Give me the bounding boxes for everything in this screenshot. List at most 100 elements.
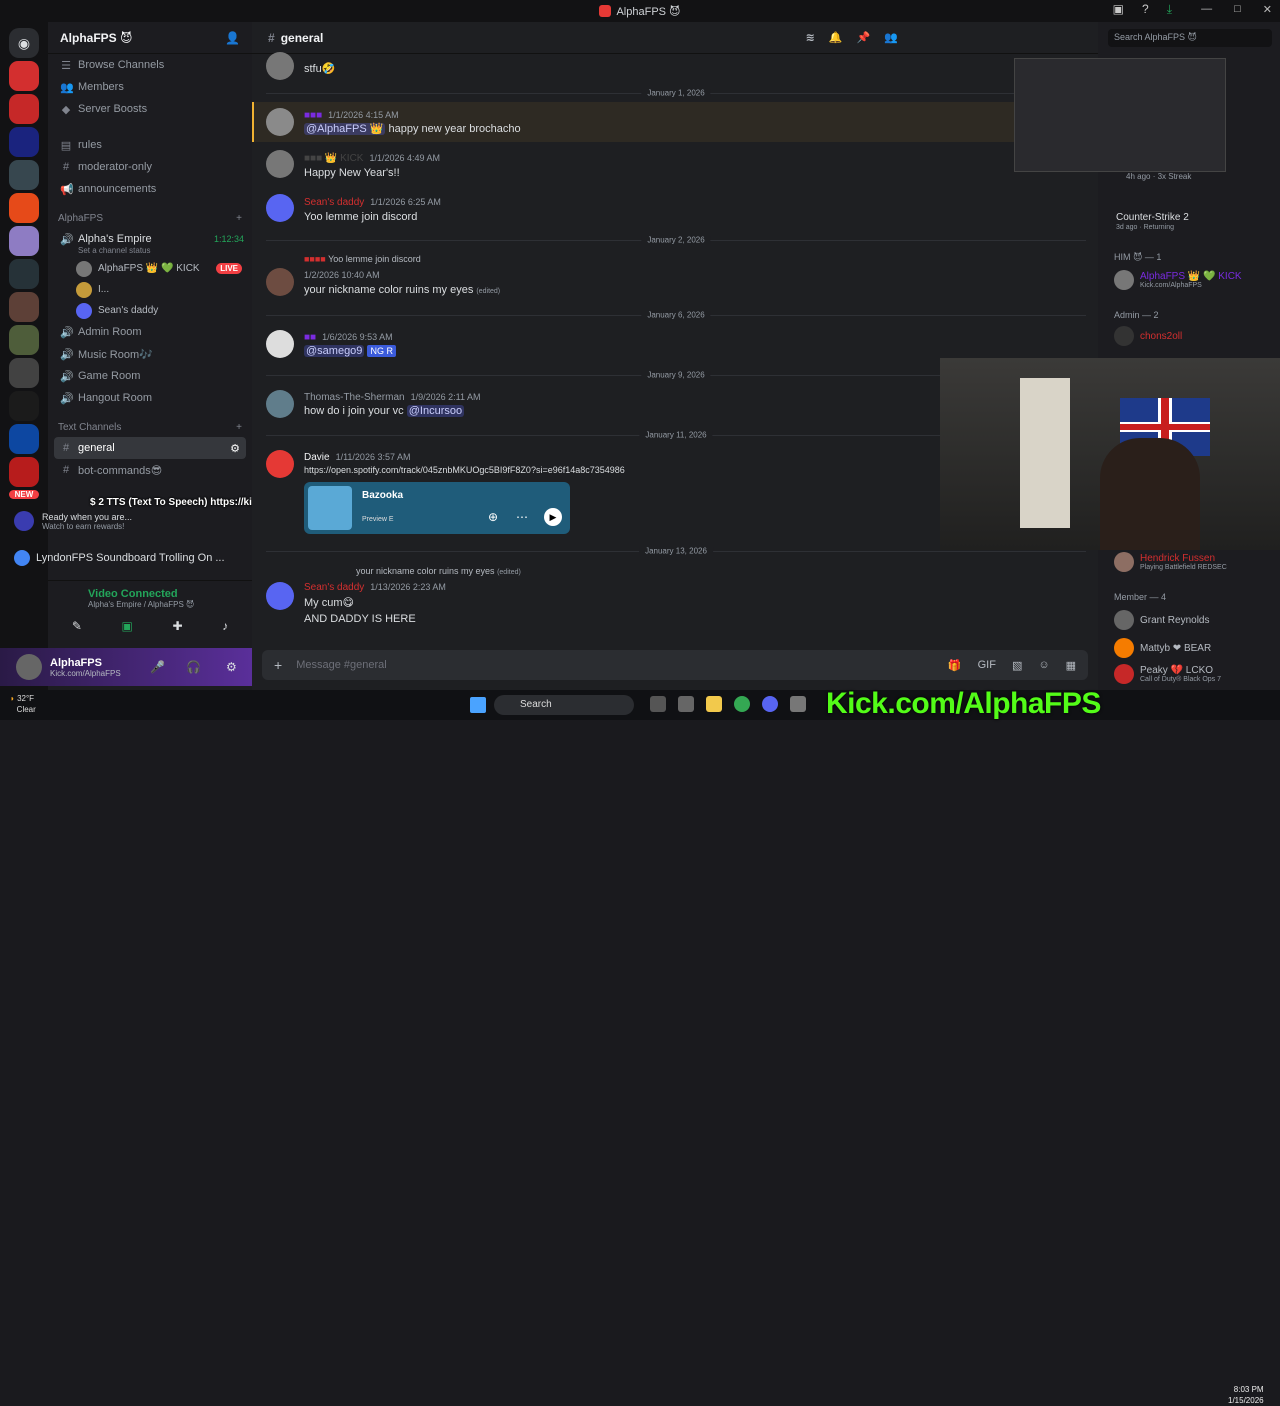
bell-icon[interactable]: 🔔	[829, 31, 843, 44]
date-divider: January 1, 2026	[266, 88, 1086, 98]
upload-icon[interactable]: +	[274, 657, 282, 673]
voice-channel-hangout-room[interactable]: 🔊 Hangout Room	[48, 387, 252, 409]
add-icon[interactable]: ⊕	[488, 510, 498, 524]
user-mention[interactable]: @AlphaFPS 👑	[304, 123, 386, 135]
server-icon[interactable]	[9, 391, 39, 421]
screen-share-icon[interactable]: ▣	[122, 619, 133, 633]
member-category: HIM 😈 — 1	[1114, 252, 1162, 262]
add-member-icon[interactable]: 👤	[225, 31, 240, 45]
server-icon[interactable]	[9, 127, 39, 157]
server-icon[interactable]	[9, 160, 39, 190]
message-composer[interactable]: + Message #general 🎁 GIF ▧ ☺ ▦	[262, 650, 1088, 680]
store-icon[interactable]	[678, 696, 694, 712]
avatar	[76, 260, 92, 277]
headphones-icon[interactable]: 🎧	[186, 660, 201, 674]
avatar	[1114, 270, 1134, 290]
category-text-channels[interactable]: Text Channels +	[48, 417, 252, 437]
server-icon[interactable]	[9, 94, 39, 124]
app-icon	[599, 5, 612, 17]
chrome-icon[interactable]	[734, 696, 750, 712]
maximize-button[interactable]: □	[1234, 3, 1241, 16]
threads-icon[interactable]: ≋	[806, 31, 815, 44]
home-button[interactable]: ◉	[9, 28, 39, 58]
stream-meta: 4h ago · 3x Streak	[1126, 172, 1192, 181]
spotify-link[interactable]: https://open.spotify.com/track/045znbMKU…	[304, 465, 625, 475]
windows-start-icon[interactable]	[470, 697, 486, 713]
activity-lyndon[interactable]: LyndonFPS Soundboard Trolling On ...	[14, 548, 248, 568]
member-item[interactable]: AlphaFPS 👑 💚 KICK Kick.com/AlphaFPS	[1114, 270, 1242, 290]
server-icon[interactable]	[9, 61, 39, 91]
mic-icon[interactable]: 🎤	[150, 660, 165, 674]
user-avatar[interactable]	[16, 654, 42, 680]
voice-channel-admin-room[interactable]: 🔊 Admin Room	[48, 321, 252, 343]
channel-bot-commands[interactable]: # bot-commands😎	[48, 459, 252, 481]
camera-off-icon[interactable]: ✎	[72, 619, 82, 633]
plus-icon[interactable]: +	[236, 213, 242, 224]
minimize-button[interactable]: —	[1201, 3, 1212, 16]
channel-rules[interactable]: ▤ rules	[48, 134, 252, 156]
nav-browse-channels[interactable]: ☰ Browse Channels	[48, 54, 252, 76]
gift-icon[interactable]: 🎁	[948, 659, 962, 672]
nav-server-boosts[interactable]: ◆ Server Boosts	[48, 98, 252, 120]
gif-icon[interactable]: GIF	[978, 659, 996, 672]
taskbar-clock[interactable]: 8:03 PM 1/15/2026	[1228, 1384, 1264, 1406]
category-alphafps[interactable]: AlphaFPS +	[48, 208, 252, 228]
inbox-icon[interactable]: ▣	[1113, 2, 1124, 17]
activities-icon[interactable]: ✚	[172, 619, 182, 633]
download-icon[interactable]: ⤓	[1167, 2, 1172, 17]
emoji-icon[interactable]: ☺	[1038, 659, 1049, 672]
user-settings-icon[interactable]: ⚙	[226, 660, 237, 674]
search-input[interactable]: Search AlphaFPS 😈	[1108, 29, 1272, 47]
reply-preview[interactable]: Yoo lemme join discord	[328, 254, 421, 264]
avatar	[1114, 326, 1134, 346]
member-item[interactable]: Grant Reynolds	[1114, 610, 1209, 630]
server-icon[interactable]	[9, 226, 39, 256]
sticker-icon[interactable]: ▧	[1012, 659, 1022, 672]
voice-channel-music-room[interactable]: 🔊 Music Room🎶	[48, 343, 252, 365]
server-icon[interactable]	[9, 358, 39, 388]
channel-moderator-only[interactable]: # moderator-only	[48, 156, 252, 178]
server-icon[interactable]	[9, 457, 39, 487]
help-icon[interactable]: ?	[1142, 2, 1149, 17]
user-name: AlphaFPS	[50, 656, 102, 669]
channel-general[interactable]: # general ⚙	[54, 437, 246, 459]
more-icon[interactable]: ⋯	[516, 510, 528, 524]
server-icon[interactable]	[9, 259, 39, 289]
channel-announcements[interactable]: 📢 announcements	[48, 178, 252, 200]
app-icon[interactable]	[790, 696, 806, 712]
voice-channel-alphas-empire[interactable]: 🔊 Alpha's Empire 1:12:34	[48, 228, 252, 250]
reply-preview[interactable]: your nickname color ruins my eyes	[356, 566, 495, 576]
play-button[interactable]: ▶	[544, 508, 562, 526]
guild-header[interactable]: AlphaFPS 😈 👤	[48, 22, 252, 54]
voice-user[interactable]: Sean's daddy	[48, 300, 252, 321]
apps-icon[interactable]: ▦	[1066, 659, 1076, 672]
webcam-overlay	[940, 358, 1280, 550]
settings-icon[interactable]: ⚙	[230, 442, 240, 455]
server-icon[interactable]	[9, 424, 39, 454]
voice-user[interactable]: AlphaFPS 👑 💚 KICK LIVE	[48, 258, 252, 279]
member-list-icon[interactable]: 👥	[884, 31, 898, 44]
nav-members[interactable]: 👥 Members	[48, 76, 252, 98]
task-view-icon[interactable]	[650, 696, 666, 712]
member-item[interactable]: chons2oll	[1114, 326, 1182, 346]
discord-icon[interactable]	[762, 696, 778, 712]
message-input[interactable]: Message #general	[296, 659, 387, 671]
voice-user[interactable]: I...	[48, 279, 252, 300]
file-explorer-icon[interactable]	[706, 696, 722, 712]
server-icon[interactable]	[9, 292, 39, 322]
member-item[interactable]: Hendrick Fussen Playing Battlefield REDSE…	[1114, 552, 1227, 572]
close-button[interactable]: ✕	[1263, 3, 1272, 16]
weather-widget[interactable]: ◗ 32°F Clear	[10, 693, 36, 715]
channel-title: general	[280, 30, 324, 45]
voice-channel-game-room[interactable]: 🔊 Game Room	[48, 365, 252, 387]
plus-icon[interactable]: +	[236, 422, 242, 433]
member-item[interactable]: Peaky 💔 LCKO Call of Duty® Black Ops 7	[1114, 664, 1221, 684]
pin-icon[interactable]: 📌	[857, 31, 871, 44]
taskbar-search[interactable]: Search	[494, 695, 634, 715]
screen-share-preview[interactable]	[1014, 58, 1226, 172]
voice-sub[interactable]: Alpha's Empire / AlphaFPS 😈	[48, 600, 252, 609]
member-item[interactable]: Mattyb ❤ BEAR	[1114, 638, 1211, 658]
server-icon[interactable]	[9, 325, 39, 355]
server-icon[interactable]	[9, 193, 39, 223]
soundboard-icon[interactable]: ♪	[222, 619, 228, 633]
